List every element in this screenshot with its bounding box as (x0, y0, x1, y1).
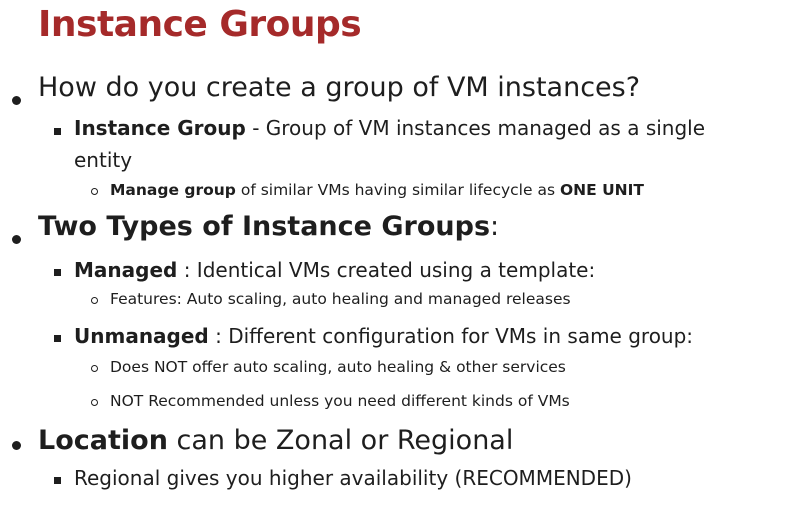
one-unit-term: ONE UNIT (559, 181, 644, 199)
unmanaged-term: Unmanaged (74, 324, 209, 348)
question-line: How do you create a group of VM instance… (38, 72, 640, 103)
bullet-circle (91, 399, 98, 406)
manage-group-line: Manage group of similar VMs having simil… (110, 181, 644, 199)
unmanaged-line: Unmanaged : Different configuration for … (74, 324, 693, 348)
manage-group-text: of similar VMs having similar lifecycle … (235, 181, 560, 199)
unmanaged-definition: : Different configuration for VMs in sam… (208, 324, 694, 348)
bullet-circle (91, 188, 98, 195)
regional-line: Regional gives you higher availability (… (74, 466, 632, 490)
managed-term: Managed (74, 258, 178, 282)
bullet-square (54, 477, 61, 484)
managed-definition: : Identical VMs created using a template… (177, 258, 596, 282)
bullet-square (54, 128, 61, 135)
bullet-square (54, 269, 61, 276)
question-text: How do you create a group of VM instance… (38, 72, 641, 103)
types-colon: : (490, 211, 500, 242)
bullet-circle (91, 297, 98, 304)
location-line: Location can be Zonal or Regional (38, 425, 513, 456)
bullet-dot (12, 441, 21, 450)
not-recommended-line: NOT Recommended unless you need differen… (110, 392, 570, 410)
types-line: Two Types of Instance Groups: (38, 211, 499, 242)
location-term: Location (38, 425, 168, 456)
manage-group-term: Manage group (110, 181, 236, 199)
bullet-dot (12, 96, 21, 105)
types-heading: Two Types of Instance Groups (38, 211, 491, 242)
managed-line: Managed : Identical VMs created using a … (74, 258, 595, 282)
bullet-dot (12, 235, 21, 244)
instance-group-definition: - Group of VM instances managed as a sin… (245, 116, 706, 140)
bullet-circle (91, 365, 98, 372)
slide-title: Instance Groups (38, 4, 362, 45)
instance-group-line: Instance Group - Group of VM instances m… (74, 116, 705, 140)
instance-group-term: Instance Group (74, 116, 246, 140)
features-line: Features: Auto scaling, auto healing and… (110, 290, 571, 308)
not-offer-line: Does NOT offer auto scaling, auto healin… (110, 358, 566, 376)
location-text: can be Zonal or Regional (167, 425, 514, 456)
instance-group-continuation: entity (74, 148, 133, 172)
bullet-square (54, 335, 61, 342)
